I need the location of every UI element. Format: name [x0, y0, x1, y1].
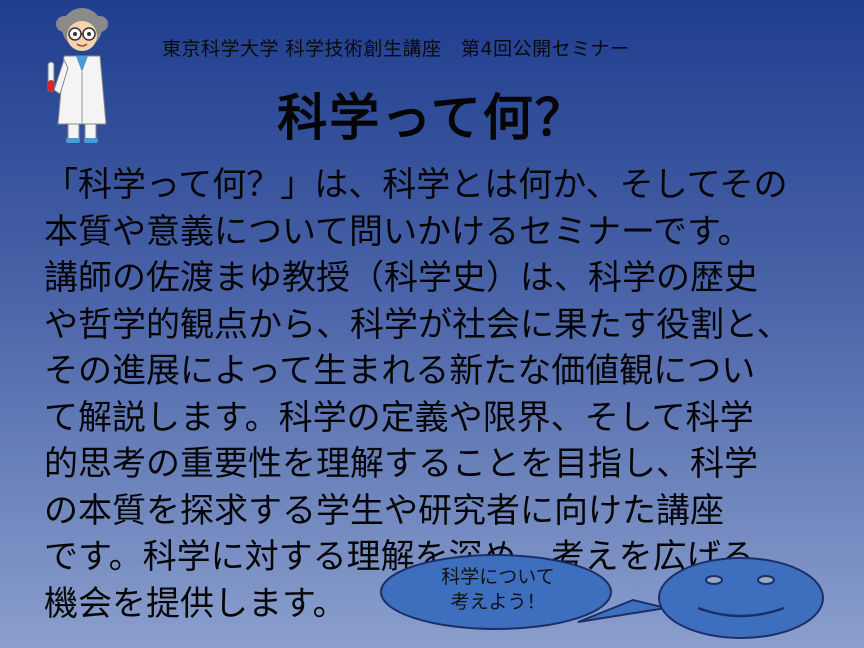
speech-bubble-line: 考えよう！	[450, 591, 546, 613]
speech-bubble-text: 科学について 考えよう！	[398, 565, 598, 615]
smiley-face-icon	[658, 557, 824, 639]
seminar-subtitle: 東京科学大学 科学技術創生講座 第4回公開セミナー	[162, 38, 630, 60]
description-line: や哲学的観点から、科学が社会に果たす役割と、	[44, 304, 791, 345]
description-line: 講師の佐渡まゆ教授（科学史）は、科学の歴史	[44, 258, 758, 298]
description-line: 「科学って何？」は、科学とは何か、そしてその	[44, 165, 788, 205]
page-title: 科学って何？	[277, 89, 587, 147]
description-line: の本質を探求する学生や研究者に向けた講座	[44, 490, 724, 531]
description-line: その進展によって生まれる新たな価値観につい	[44, 351, 756, 391]
description-line: 的思考の重要性を理解することを目指し、科学	[44, 444, 758, 484]
description-line: て解説します。科学の定義や限界、そして科学	[44, 397, 754, 438]
description-line: 本質や意義について問いかけるセミナーです。	[44, 211, 752, 252]
speech-bubble-line: 科学について	[441, 566, 555, 588]
